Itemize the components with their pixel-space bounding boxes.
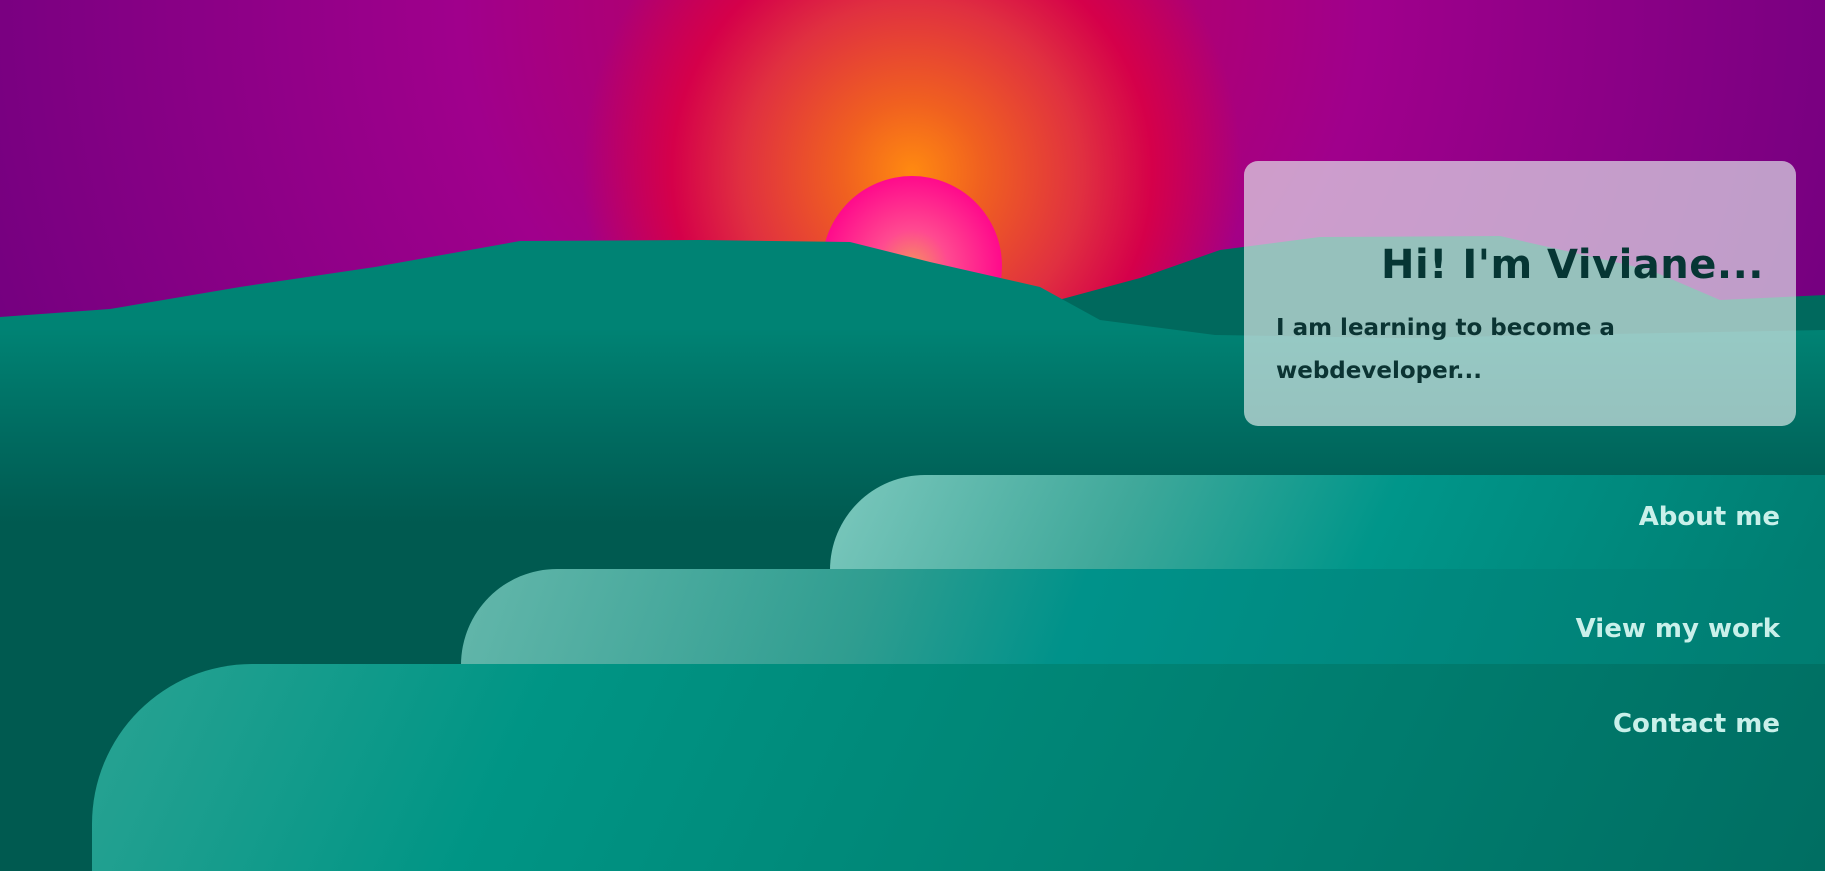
- nav-contact-me-label[interactable]: Contact me: [1613, 664, 1780, 784]
- nav-about-me[interactable]: About me: [830, 475, 1825, 570]
- intro-text: I am learning to become a webdeveloper..…: [1276, 315, 1615, 384]
- nav-view-my-work[interactable]: View my work: [461, 569, 1825, 665]
- intro-title: Hi! I'm Viviane...: [1380, 242, 1764, 288]
- hero-scene: Hi! I'm Viviane... I am learning to beco…: [0, 0, 1825, 871]
- intro-card: Hi! I'm Viviane... I am learning to beco…: [1244, 161, 1796, 426]
- nav-about-me-label[interactable]: About me: [1639, 475, 1780, 559]
- nav-contact-me[interactable]: Contact me: [92, 664, 1825, 871]
